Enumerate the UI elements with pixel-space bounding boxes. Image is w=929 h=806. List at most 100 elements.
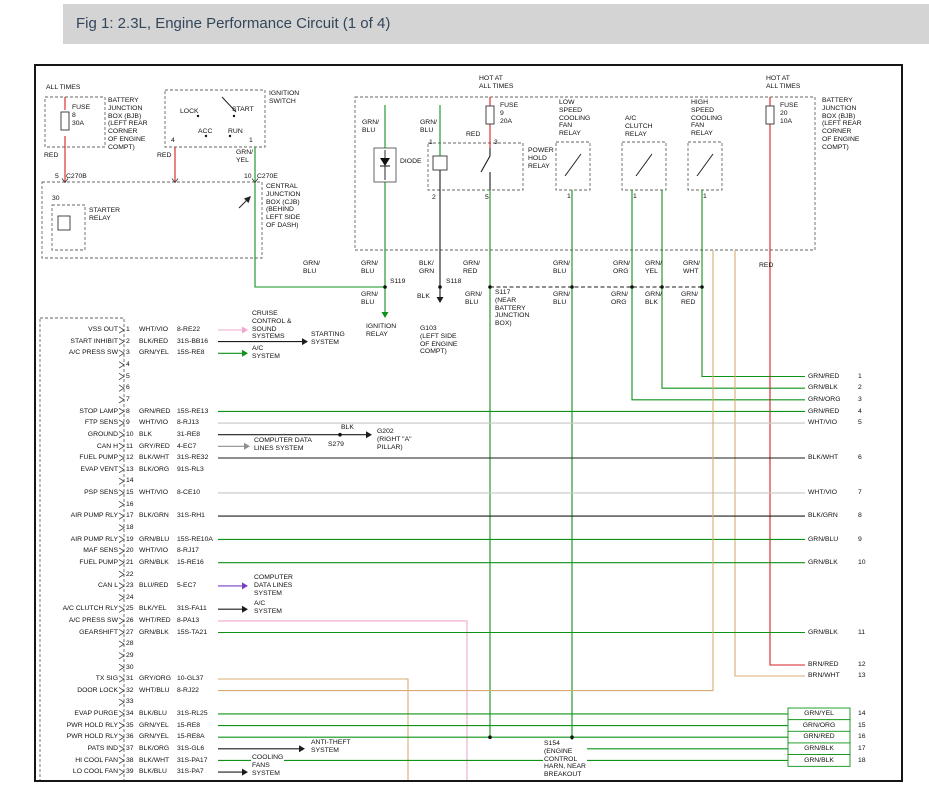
label-run: RUN [228,128,243,136]
label-s117: S117 (NEAR BATTERY JUNCTION BOX) [495,289,529,328]
right-wire-label: GRN/ORG [808,396,840,403]
pin-number: 39 [126,768,134,775]
label-n10: 10 [244,173,252,181]
label-all-times: ALL TIMES [46,84,80,92]
pin-circuit-code: 10-GL37 [177,675,203,682]
right-wire-number: 3 [858,396,862,403]
right-wire-label: BRN/WHT [808,672,840,679]
pin-circuit-code: 31S-FA11 [177,605,207,612]
label-n5b: 5 [485,194,489,202]
pin-wire-color: BLK/RED [139,338,168,345]
right-wire-number: 7 [858,489,862,496]
pin-wire-color: GRN/RED [139,408,170,415]
pin-number: 5 [126,373,130,380]
right-wire-label: GRN/BLK [788,757,850,764]
right-wire-number: 14 [858,710,866,717]
pin-circuit-code: 8-RJ17 [177,547,199,554]
pin-circuit-code: 8-RJ22 [177,687,199,694]
label-start: START [232,106,254,114]
label-b5: GRN/ ORG [611,291,628,307]
right-wire-label: GRN/RED [808,373,839,380]
right-wire-label: BRN/RED [808,661,839,668]
label-g202: G202 (RIGHT "A" PILLAR) [377,428,412,451]
right-wire-number: 12 [858,661,866,668]
pin-number: 22 [126,571,134,578]
label-computer2: COMPUTER DATA LINES SYSTEM [254,574,293,597]
pin-label: EVAP PURGE [40,710,118,717]
label-s118: S118 [446,278,461,286]
label-a7: GRN/ YEL [645,260,662,276]
pin-label: PWR HOLD RLY [40,722,118,729]
label-a4: GRN/ RED [463,260,480,276]
pin-wire-color: BLK/WHT [139,757,169,764]
label-bjb-right: BATTERY JUNCTION BOX (BJB) (LEFT REAR CO… [822,97,862,152]
pin-number: 16 [126,501,134,508]
label-hot2: HOT AT ALL TIMES [766,75,800,91]
pin-label: FUEL PUMP [40,454,118,461]
label-hot1: HOT AT ALL TIMES [479,75,513,91]
pin-number: 4 [126,361,130,368]
right-wire-label: GRN/BLK [808,559,838,566]
pin-wire-color: GRN/BLU [139,536,169,543]
pin-circuit-code: 5-EC7 [177,582,196,589]
label-n30: 30 [52,195,60,203]
label-c270b: C270B [66,173,87,181]
pin-circuit-code: 91S-RL3 [177,466,204,473]
pin-number: 8 [126,408,130,415]
pin-number: 36 [126,733,134,740]
label-b4: GRN/ BLU [553,291,570,307]
label-computer1: COMPUTER DATA LINES SYSTEM [254,437,312,453]
pin-number: 23 [126,582,134,589]
label-power-hold: POWER HOLD RELAY [528,147,554,170]
label-starter-relay: STARTER RELAY [89,207,120,223]
pin-label: HI COOL FAN [40,757,118,764]
right-wire-label: GRN/YEL [788,710,850,717]
label-a6: GRN/ ORG [613,260,630,276]
pin-circuit-code: 31S-RH1 [177,512,205,519]
pin-label: AIR PUMP RLY [40,536,118,543]
pin-circuit-code: 8-CE10 [177,489,200,496]
right-wire-number: 18 [858,757,866,764]
right-wire-number: 13 [858,672,866,679]
pin-number: 38 [126,757,134,764]
pin-wire-color: BLK/GRN [139,512,169,519]
right-wire-label: GRN/ORG [788,722,850,729]
pin-number: 25 [126,605,134,612]
pin-circuit-code: 31S-RE32 [177,454,208,461]
label-s279: S279 [328,441,344,449]
pin-number: 1 [126,326,130,333]
pin-wire-color: BLK/ORG [139,466,169,473]
label-p1a: 1 [567,193,571,201]
label-blk: BLK [341,424,354,432]
pin-label: TX SIG [40,675,118,682]
pin-wire-color: WHT/RED [139,617,171,624]
label-starting: STARTING SYSTEM [311,331,345,347]
pin-label: PATS IND [40,745,118,752]
pin-circuit-code: 15S-RE10A [177,536,213,543]
pin-circuit-code: 15-RE8A [177,733,205,740]
label-a3: BLK/ GRN [419,260,434,276]
labels-layer: VSS OUT1WHT/VIO8-RE22START INHIBIT2BLK/R… [0,0,929,806]
label-red3: RED [466,131,480,139]
label-cjb: CENTRAL JUNCTION BOX (CJB) (BEHIND LEFT … [266,183,300,230]
pin-number: 33 [126,698,134,705]
right-wire-label: GRN/RED [808,408,839,415]
right-wire-number: 2 [858,384,862,391]
label-acc: ACC [198,128,212,136]
label-a2: GRN/ BLU [361,260,378,276]
label-ignition-relay: IGNITION RELAY [366,323,396,339]
pin-circuit-code: 15-RE16 [177,559,204,566]
label-n2: 2 [432,194,436,202]
label-a5: GRN/ BLU [553,260,570,276]
label-b6: GRN/ BLK [645,291,662,307]
pin-label: EVAP VENT [40,466,118,473]
label-cruise: CRUISE CONTROL & SOUND SYSTEMS [252,310,291,341]
pin-number: 9 [126,419,130,426]
pin-circuit-code: 31S-GL6 [177,745,204,752]
pin-wire-color: GRN/YEL [139,733,169,740]
pin-number: 14 [126,477,134,484]
pin-circuit-code: 31S-RL25 [177,710,208,717]
label-p1b: 1 [633,193,637,201]
right-wire-label: GRN/BLK [788,745,850,752]
pin-wire-color: GRN/YEL [139,722,169,729]
